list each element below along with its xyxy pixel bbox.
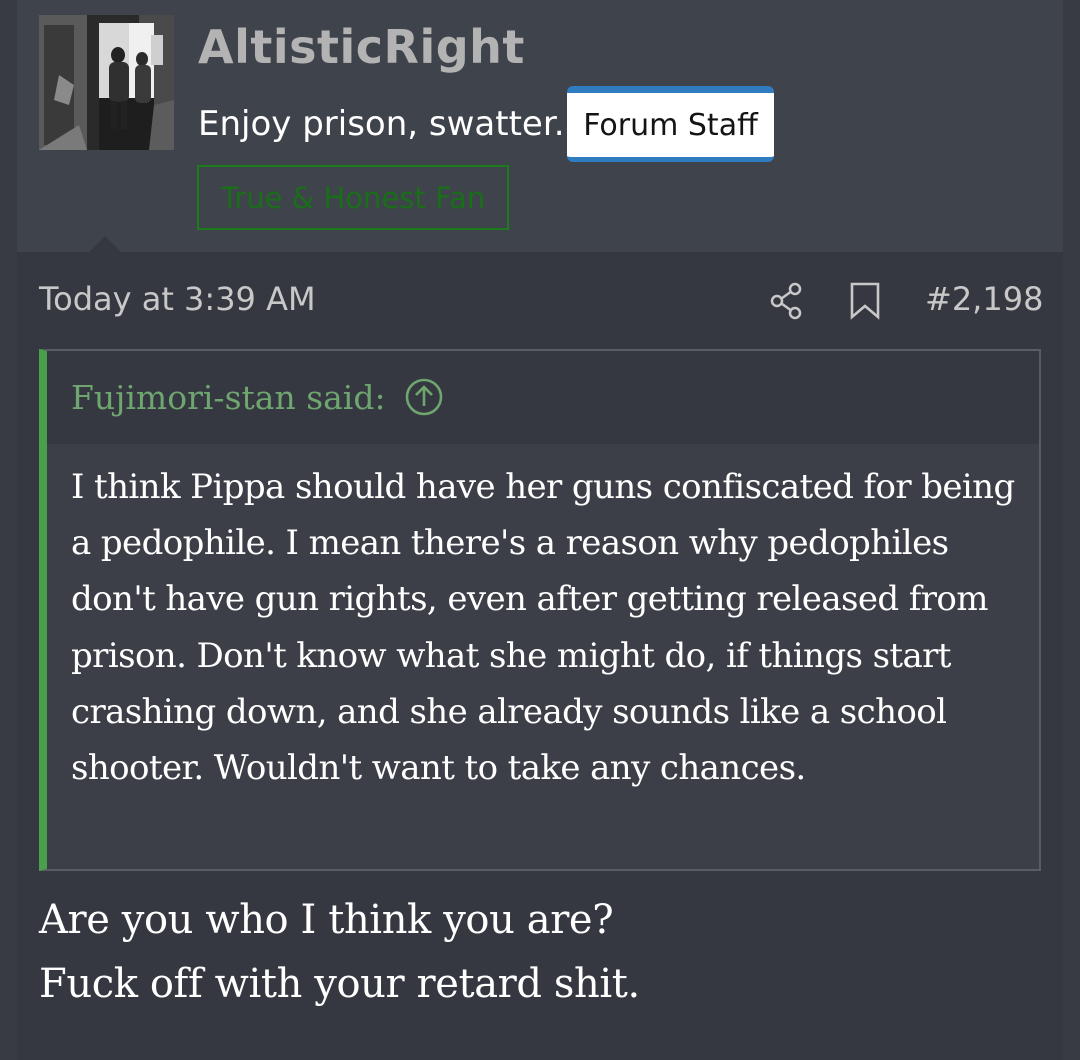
username[interactable]: AltisticRight	[198, 20, 525, 74]
fan-badge: True & Honest Fan	[197, 165, 509, 230]
quote-author-link[interactable]: Fujimori-stan said:	[71, 377, 444, 417]
staff-badge: Forum Staff	[567, 86, 774, 162]
quote-header: Fujimori-stan said:	[47, 351, 1039, 444]
quote-block: Fujimori-stan said: I think Pippa should…	[39, 349, 1041, 871]
page: AltisticRight Enjoy prison, swatter. For…	[0, 0, 1080, 1060]
arrow-up-circle-icon[interactable]	[404, 377, 444, 417]
quote-author[interactable]: Fujimori-stan said:	[71, 378, 386, 417]
post: AltisticRight Enjoy prison, swatter. For…	[17, 0, 1063, 1060]
quote-body: I think Pippa should have her guns confi…	[71, 467, 1015, 789]
user-block-pointer	[88, 236, 122, 253]
bookmark-icon[interactable]	[849, 282, 881, 320]
post-body: Are you who I think you are? Fuck off wi…	[39, 888, 1039, 1016]
post-number[interactable]: #2,198	[925, 280, 1043, 318]
share-icon[interactable]	[769, 282, 805, 320]
avatar[interactable]	[39, 15, 174, 150]
post-body-line: Are you who I think you are?	[39, 897, 614, 943]
post-body-line: Fuck off with your retard shit.	[39, 961, 640, 1007]
user-title: Enjoy prison, swatter.	[198, 104, 565, 144]
user-block: AltisticRight Enjoy prison, swatter. For…	[17, 0, 1063, 252]
post-timestamp[interactable]: Today at 3:39 AM	[39, 280, 316, 318]
